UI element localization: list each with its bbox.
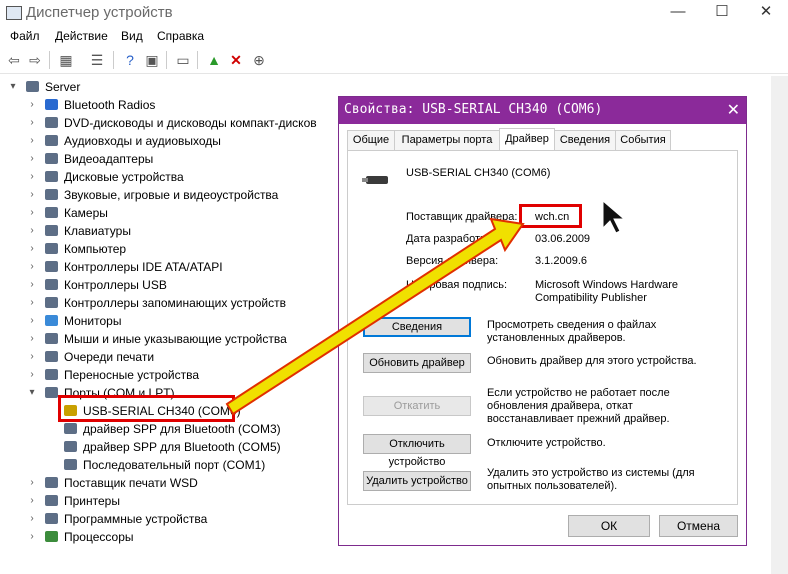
annotation-overlay xyxy=(225,199,626,416)
annotation-arrow xyxy=(225,217,525,416)
mouse-cursor-icon xyxy=(602,199,626,234)
